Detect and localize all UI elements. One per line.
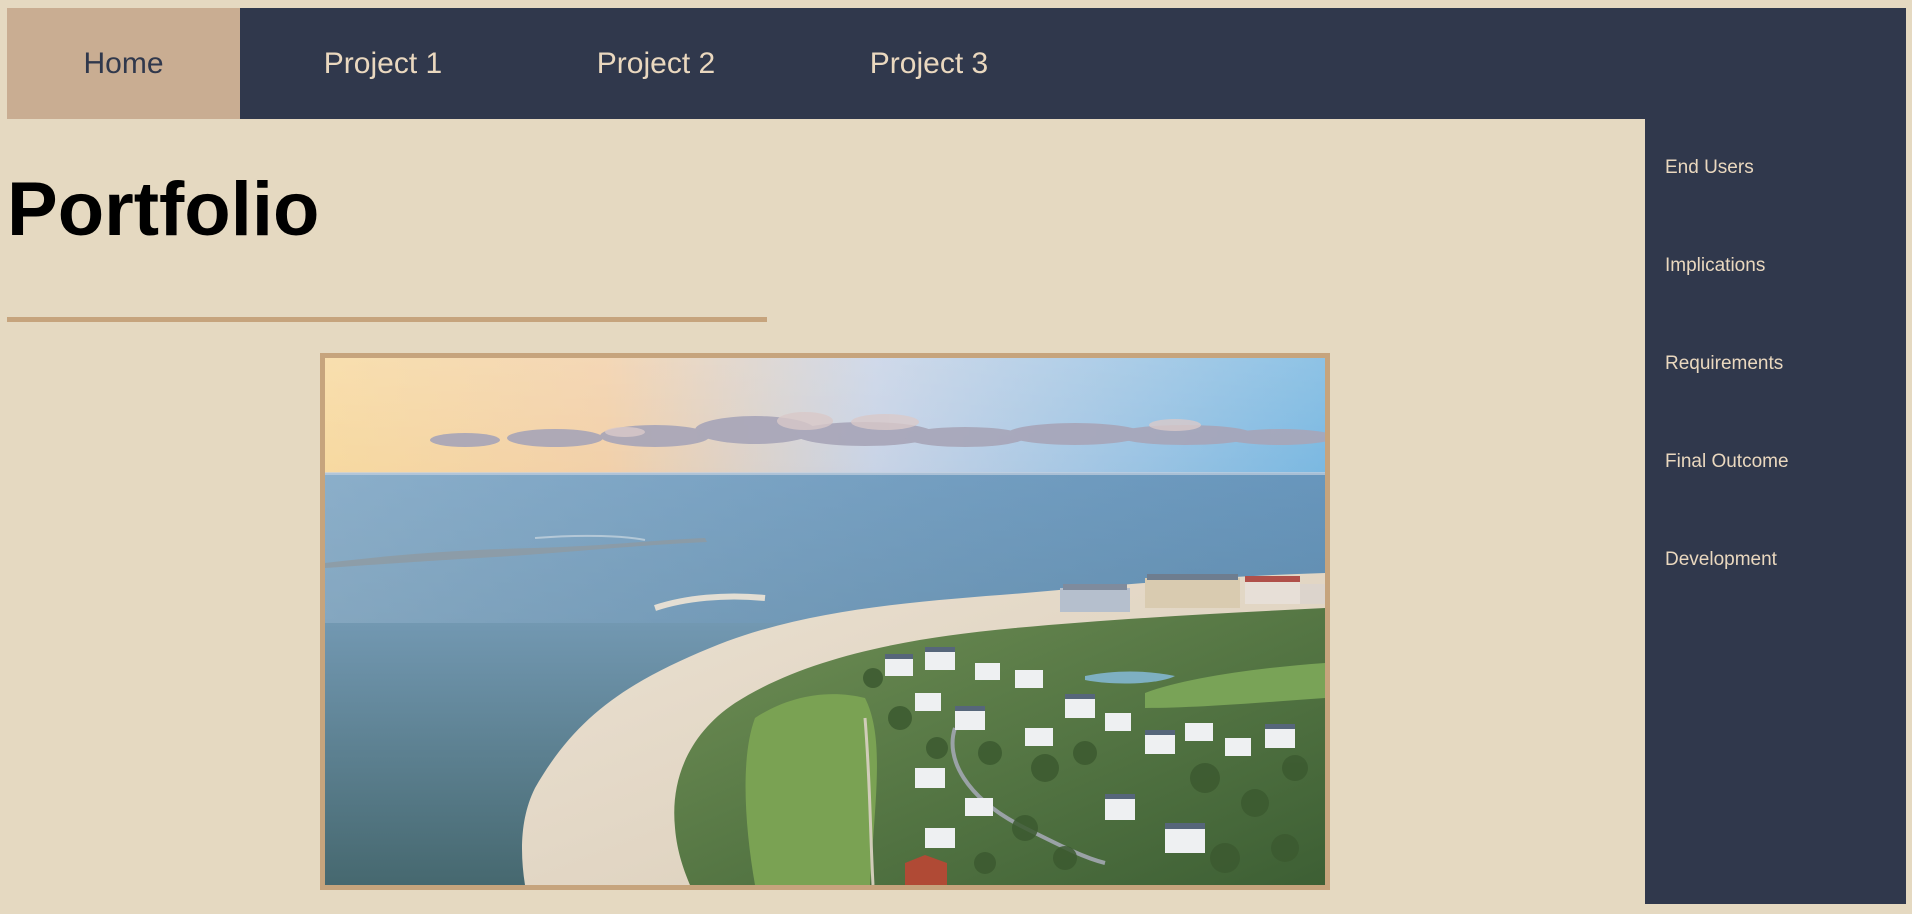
nav-project-2-tab[interactable]: Project 2 (570, 8, 742, 119)
hero-image-frame (320, 353, 1330, 890)
sidebar-item-requirements[interactable]: Requirements (1665, 353, 1783, 375)
nav-project-1-tab[interactable]: Project 1 (297, 8, 469, 119)
sidebar-item-development[interactable]: Development (1665, 549, 1777, 571)
page-title: Portfolio (7, 167, 320, 252)
sidebar: End Users Implications Requirements Fina… (1645, 119, 1906, 904)
sidebar-item-final-outcome[interactable]: Final Outcome (1665, 451, 1789, 473)
top-navigation: Home Project 1 Project 2 Project 3 (7, 8, 1906, 119)
hero-coastal-aerial-image (325, 358, 1325, 885)
title-divider (7, 317, 767, 322)
sidebar-item-end-users[interactable]: End Users (1665, 157, 1754, 179)
nav-project-3-tab[interactable]: Project 3 (843, 8, 1015, 119)
nav-home-tab[interactable]: Home (7, 8, 240, 119)
sidebar-item-implications[interactable]: Implications (1665, 255, 1765, 277)
